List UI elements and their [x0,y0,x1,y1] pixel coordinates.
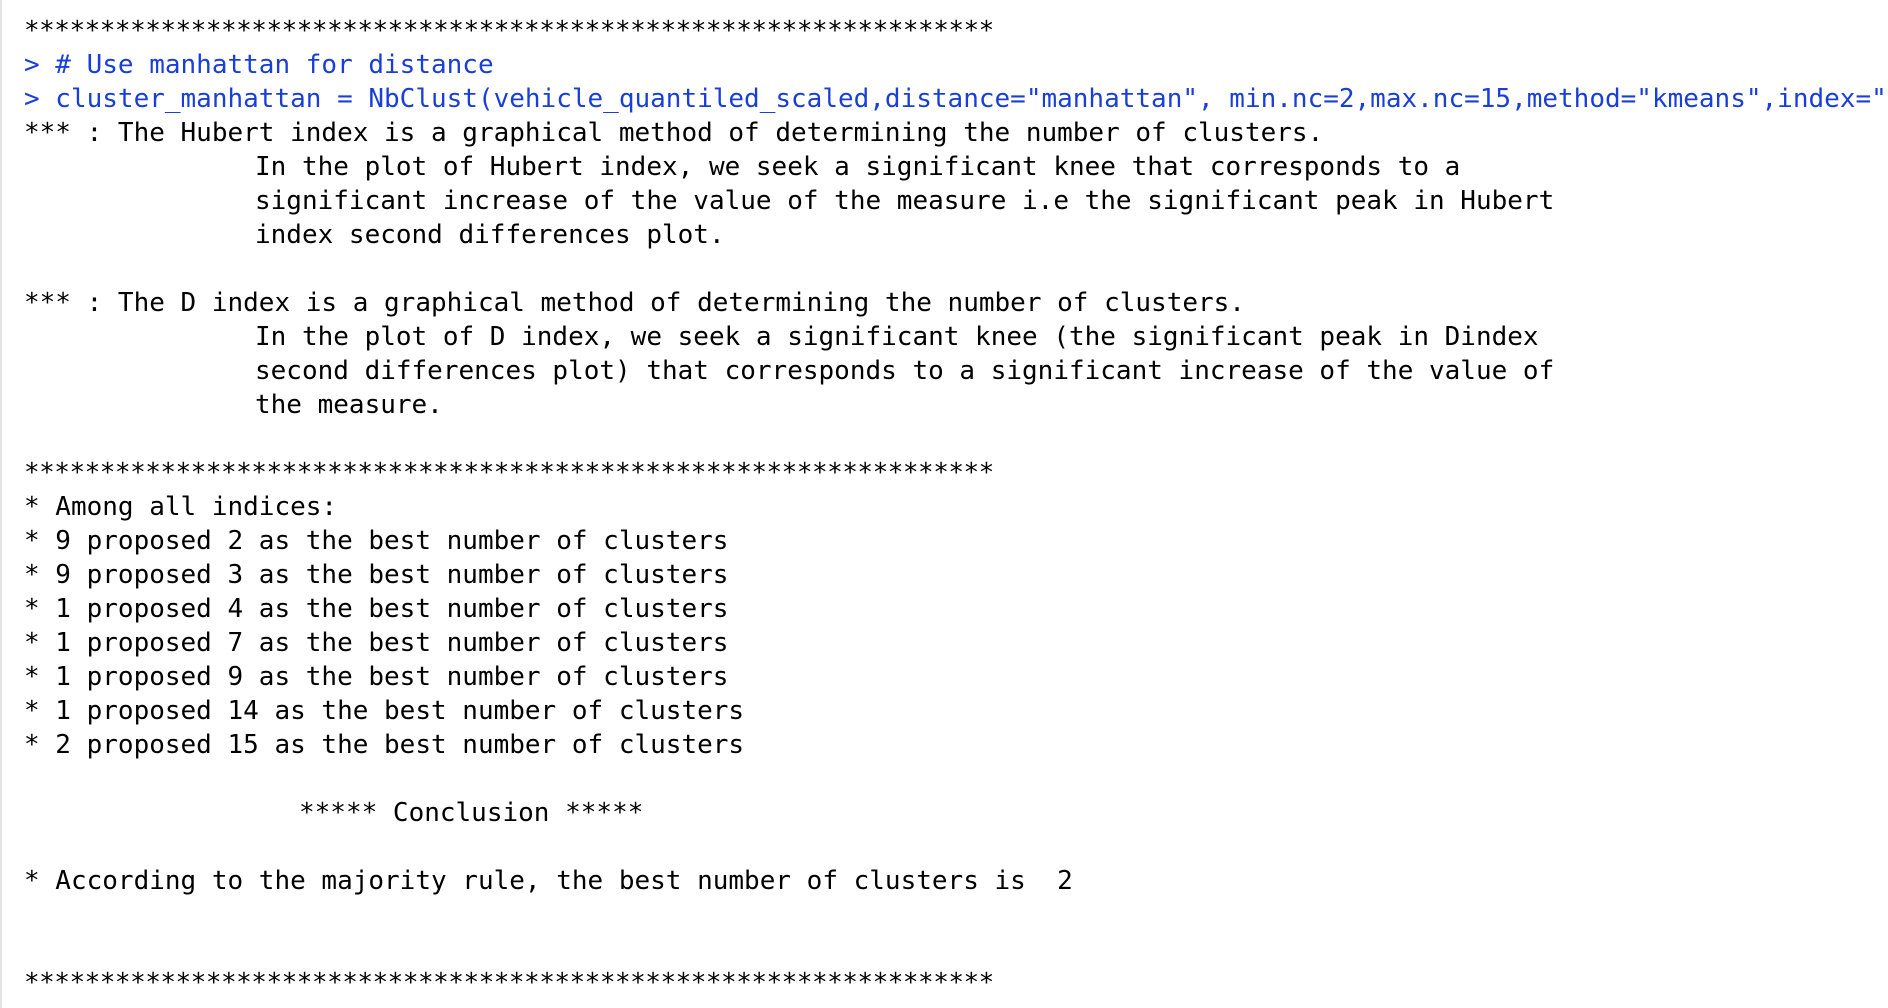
summary-line: * 1 proposed 7 as the best number of clu… [24,628,729,658]
summary-header: * Among all indices: [24,492,338,522]
dindex-note-line: the measure. [255,390,443,420]
hubert-note-line: significant increase of the value of the… [255,186,1555,216]
conclusion-text: * According to the majority rule, the be… [24,866,1073,896]
dindex-note-line: second differences plot) that correspond… [255,356,1555,386]
summary-line: * 9 proposed 3 as the best number of clu… [24,560,729,590]
conclusion-title: ***** Conclusion ***** [299,798,644,828]
dindex-note-line: In the plot of D index, we seek a signif… [255,322,1539,352]
console-command-comment: > # Use manhattan for distance [24,50,494,80]
hubert-note-line: index second differences plot. [255,220,725,250]
summary-line: * 9 proposed 2 as the best number of clu… [24,526,729,556]
summary-line: * 1 proposed 14 as the best number of cl… [24,696,745,726]
r-console-output[interactable]: ****************************************… [0,0,1888,1008]
dindex-note-head: *** : The D index is a graphical method … [24,288,1245,318]
hubert-note-line: In the plot of Hubert index, we seek a s… [255,152,1461,182]
hubert-note-head: *** : The Hubert index is a graphical me… [24,118,1324,148]
console-command-nbclust: > cluster_manhattan = NbClust(vehicle_qu… [24,84,1888,114]
summary-line: * 1 proposed 9 as the best number of clu… [24,662,729,692]
separator-line: ****************************************… [24,968,994,998]
separator-line: ****************************************… [24,16,994,46]
summary-line: * 1 proposed 4 as the best number of clu… [24,594,729,624]
summary-line: * 2 proposed 15 as the best number of cl… [24,730,745,760]
separator-line: ****************************************… [24,458,994,488]
